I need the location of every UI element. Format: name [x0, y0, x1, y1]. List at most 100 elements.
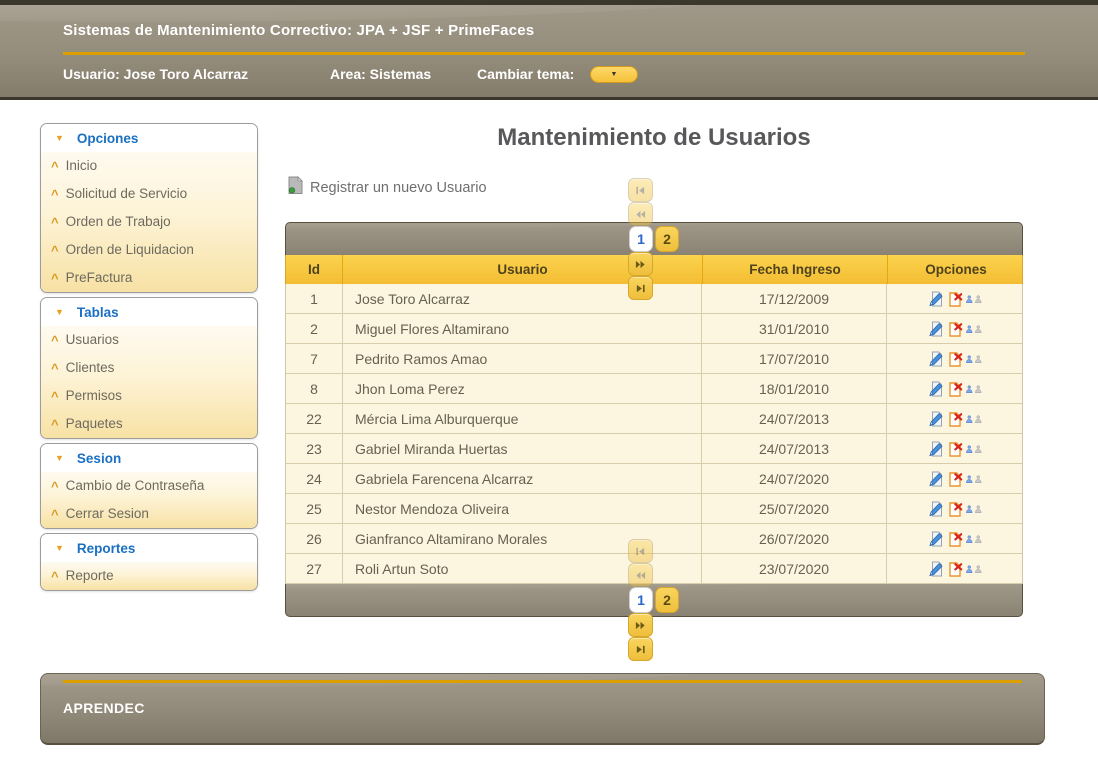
edit-document-icon[interactable]	[927, 500, 944, 517]
sidebar-section-body: ^ Cambio de Contraseña ^ Cerrar Sesion	[41, 472, 257, 528]
change-theme-label: Cambiar tema:	[477, 66, 575, 82]
edit-document-icon[interactable]	[927, 320, 944, 337]
edit-document-icon[interactable]	[927, 440, 944, 457]
person-icon[interactable]	[965, 440, 982, 457]
sidebar-item-label: Orden de Liquidacion	[65, 242, 194, 257]
table-row: 25 Nestor Mendoza Oliveira 25/07/2020	[286, 494, 1022, 524]
paginator-next-button[interactable]	[628, 613, 653, 637]
person-icon[interactable]	[965, 410, 982, 427]
person-icon[interactable]	[965, 350, 982, 367]
delete-document-icon[interactable]	[946, 320, 963, 337]
user-actions-cell	[887, 494, 1022, 523]
sidebar-item-label: Cerrar Sesion	[65, 506, 149, 521]
sidebar-section-header[interactable]: ▼ Sesion	[41, 444, 257, 472]
chevron-up-icon: ^	[51, 215, 59, 230]
person-icon[interactable]	[965, 380, 982, 397]
delete-document-icon[interactable]	[946, 410, 963, 427]
page-title: Mantenimiento de Usuarios	[497, 124, 811, 151]
edit-document-icon[interactable]	[927, 350, 944, 367]
user-name-cell: Mércia Lima Alburquerque	[343, 404, 702, 433]
table-row: 8 Jhon Loma Perez 18/01/2010	[286, 374, 1022, 404]
sidebar-item-permisos[interactable]: ^ Permisos	[41, 382, 257, 410]
triangle-down-icon: ▼	[55, 543, 64, 553]
sidebar-section-title: Tablas	[76, 305, 119, 320]
sidebar-section-title: Opciones	[76, 131, 139, 146]
sidebar-accordion: ▼ Opciones ^ Inicio ^ Solicitud de Servi…	[40, 123, 258, 595]
register-new-user-link[interactable]: Registrar un nuevo Usuario	[288, 176, 487, 199]
chevron-up-icon: ^	[51, 159, 59, 174]
edit-document-icon[interactable]	[927, 560, 944, 577]
table-row: 7 Pedrito Ramos Amao 17/07/2010	[286, 344, 1022, 374]
user-id-cell: 26	[286, 524, 343, 553]
chevron-up-icon: ^	[51, 333, 59, 348]
sidebar-item-reporte[interactable]: ^ Reporte	[41, 562, 257, 590]
edit-document-icon[interactable]	[927, 380, 944, 397]
sidebar-item-label: Clientes	[65, 360, 115, 375]
delete-document-icon[interactable]	[946, 380, 963, 397]
user-name-cell: Gabriela Farencena Alcarraz	[343, 464, 702, 493]
sidebar-item-solicitud-de-servicio[interactable]: ^ Solicitud de Servicio	[41, 180, 257, 208]
sidebar-item-clientes[interactable]: ^ Clientes	[41, 354, 257, 382]
paginator-last-button[interactable]	[628, 637, 653, 661]
user-name-cell: Miguel Flores Altamirano	[343, 314, 702, 343]
edit-document-icon[interactable]	[927, 470, 944, 487]
user-id-cell: 7	[286, 344, 343, 373]
edit-document-icon[interactable]	[927, 530, 944, 547]
paginator-page-1-button[interactable]: 1	[629, 587, 653, 613]
person-icon[interactable]	[965, 560, 982, 577]
person-icon[interactable]	[965, 530, 982, 547]
sidebar-section-sesion: ▼ Sesion ^ Cambio de Contraseña ^ Cerrar…	[40, 443, 258, 529]
person-icon[interactable]	[965, 470, 982, 487]
sidebar-section-body: ^ Inicio ^ Solicitud de Servicio ^ Orden…	[41, 152, 257, 292]
sidebar-item-label: Usuarios	[65, 332, 119, 347]
sidebar-section-title: Reportes	[76, 541, 136, 556]
delete-document-icon[interactable]	[946, 470, 963, 487]
sidebar-item-prefactura[interactable]: ^ PreFactura	[41, 264, 257, 292]
user-name-cell: Nestor Mendoza Oliveira	[343, 494, 702, 523]
person-icon[interactable]	[965, 290, 982, 307]
user-date-cell: 24/07/2013	[702, 434, 887, 463]
paginator-page-1-button[interactable]: 1	[629, 226, 653, 252]
sidebar-item-cambio-de-contrasena[interactable]: ^ Cambio de Contraseña	[41, 472, 257, 500]
sidebar-section-header[interactable]: ▼ Reportes	[41, 534, 257, 562]
delete-document-icon[interactable]	[946, 440, 963, 457]
sidebar-section-header[interactable]: ▼ Tablas	[41, 298, 257, 326]
sidebar-item-cerrar-sesion[interactable]: ^ Cerrar Sesion	[41, 500, 257, 528]
delete-document-icon[interactable]	[946, 560, 963, 577]
chevron-up-icon: ^	[51, 271, 59, 286]
user-actions-cell	[887, 464, 1022, 493]
paginator-page-2-button[interactable]: 2	[655, 226, 679, 252]
sidebar-item-paquetes[interactable]: ^ Paquetes	[41, 410, 257, 438]
edit-document-icon[interactable]	[927, 290, 944, 307]
register-new-user-label: Registrar un nuevo Usuario	[310, 179, 487, 196]
table-row: 24 Gabriela Farencena Alcarraz 24/07/202…	[286, 464, 1022, 494]
delete-document-icon[interactable]	[946, 350, 963, 367]
delete-document-icon[interactable]	[946, 290, 963, 307]
sidebar-item-inicio[interactable]: ^ Inicio	[41, 152, 257, 180]
user-date-cell: 18/01/2010	[702, 374, 887, 403]
user-id-cell: 2	[286, 314, 343, 343]
column-header-opciones: Opciones	[925, 262, 987, 277]
edit-document-icon[interactable]	[927, 410, 944, 427]
area-label: Area: Sistemas	[330, 66, 432, 82]
person-icon[interactable]	[965, 320, 982, 337]
table-row: 2 Miguel Flores Altamirano 31/01/2010	[286, 314, 1022, 344]
sidebar-item-label: Cambio de Contraseña	[65, 478, 205, 493]
sidebar-item-orden-de-trabajo[interactable]: ^ Orden de Trabajo	[41, 208, 257, 236]
user-id-cell: 24	[286, 464, 343, 493]
sidebar-section-header[interactable]: ▼ Opciones	[41, 124, 257, 152]
sidebar-item-orden-de-liquidacion[interactable]: ^ Orden de Liquidacion	[41, 236, 257, 264]
table-row: 1 Jose Toro Alcarraz 17/12/2009	[286, 284, 1022, 314]
paginator-page-2-button[interactable]: 2	[655, 587, 679, 613]
sidebar-section-title: Sesion	[76, 451, 122, 466]
chevron-up-icon: ^	[51, 243, 59, 258]
sidebar-section-tablas: ▼ Tablas ^ Usuarios ^ Clientes ^ Permiso…	[40, 297, 258, 439]
paginator-prev-button	[628, 563, 653, 587]
sidebar-section-body: ^ Reporte	[41, 562, 257, 590]
delete-document-icon[interactable]	[946, 530, 963, 547]
theme-dropdown[interactable]: ▼	[590, 66, 638, 83]
sidebar-item-usuarios[interactable]: ^ Usuarios	[41, 326, 257, 354]
delete-document-icon[interactable]	[946, 500, 963, 517]
person-icon[interactable]	[965, 500, 982, 517]
chevron-up-icon: ^	[51, 507, 59, 522]
